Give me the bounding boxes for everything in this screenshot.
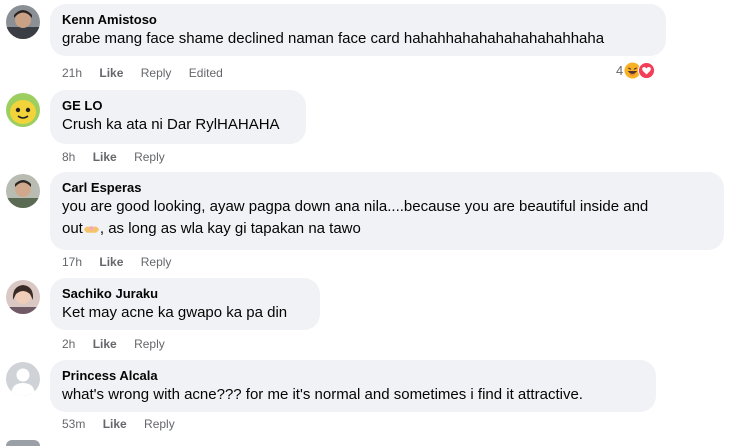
comment-time[interactable]: 8h — [62, 150, 75, 164]
avatar[interactable] — [6, 5, 40, 39]
comment-text-line: , as long as wla kay gi tapakan na tawo — [99, 220, 361, 237]
comment-author[interactable]: Carl Esperas — [62, 179, 712, 196]
comment-actions: 17h Like Reply — [62, 255, 185, 269]
comment-bubble: Princess Alcala what's wrong with acne??… — [50, 360, 656, 412]
reply-button[interactable]: Reply — [141, 255, 172, 269]
reaction-count: 4 — [616, 63, 624, 78]
like-button[interactable]: Like — [93, 150, 117, 164]
comment-time[interactable]: 53m — [62, 417, 85, 431]
comment-time[interactable]: 21h — [62, 66, 82, 80]
reply-button[interactable]: Reply — [134, 337, 165, 351]
avatar[interactable] — [6, 440, 40, 446]
comment-author[interactable]: Sachiko Juraku — [62, 285, 308, 302]
edited-label[interactable]: Edited — [189, 66, 223, 80]
reply-button[interactable]: Reply — [141, 66, 172, 80]
avatar[interactable] — [6, 280, 40, 314]
comment-text: Ket may acne ka gwapo ka pa din — [62, 304, 288, 321]
comment-bubble: GE LO Crush ka ata ni Dar RylHAHAHA — [50, 90, 306, 144]
comment-actions: 21h Like Reply Edited — [62, 66, 237, 80]
comment-actions: 2h Like Reply — [62, 337, 179, 351]
avatar-photo-icon — [6, 280, 40, 314]
like-button[interactable]: Like — [99, 66, 123, 80]
comment-time[interactable]: 17h — [62, 255, 82, 269]
reply-button[interactable]: Reply — [134, 150, 165, 164]
comment-author[interactable]: GE LO — [62, 97, 294, 114]
comment-author[interactable]: Kenn Amistoso — [62, 11, 654, 28]
like-button[interactable]: Like — [93, 337, 117, 351]
comment-bubble: Kenn Amistoso grabe mang face shame decl… — [50, 4, 666, 56]
avatar-photo-icon — [6, 174, 40, 208]
avatar-yellow-character-icon — [6, 93, 40, 127]
comment-text: grabe mang face shame declined naman fac… — [62, 30, 605, 47]
like-button[interactable]: Like — [99, 255, 123, 269]
comment-actions: 53m Like Reply — [62, 417, 189, 431]
comment-actions: 8h Like Reply — [62, 150, 179, 164]
reaction-summary[interactable]: 4 — [616, 62, 656, 79]
heart-reaction-icon — [638, 62, 656, 79]
avatar[interactable] — [6, 174, 40, 208]
reply-button[interactable]: Reply — [144, 417, 175, 431]
comment-text-line: out — [62, 220, 83, 237]
comment-bubble: Sachiko Juraku Ket may acne ka gwapo ka … — [50, 278, 320, 330]
like-button[interactable]: Like — [103, 417, 127, 431]
comment-text: Crush ka ata ni Dar RylHAHAHA — [62, 116, 280, 133]
comment-text: you are good looking, ayaw pagpa down an… — [62, 196, 712, 240]
heart-hands-emoji-icon — [83, 219, 100, 233]
comment-bubble: Carl Esperas you are good looking, ayaw … — [50, 172, 724, 250]
comment-author[interactable]: Princess Alcala — [62, 367, 644, 384]
comment-time[interactable]: 2h — [62, 337, 75, 351]
avatar[interactable] — [6, 93, 40, 127]
comment-text-line: you are good looking, ayaw pagpa down an… — [62, 198, 649, 215]
comment-text: what's wrong with acne??? for me it's no… — [62, 386, 583, 403]
avatar[interactable] — [6, 362, 40, 396]
default-avatar-icon — [6, 362, 40, 396]
next-comment-peek — [0, 440, 750, 446]
avatar-photo-icon — [6, 5, 40, 39]
